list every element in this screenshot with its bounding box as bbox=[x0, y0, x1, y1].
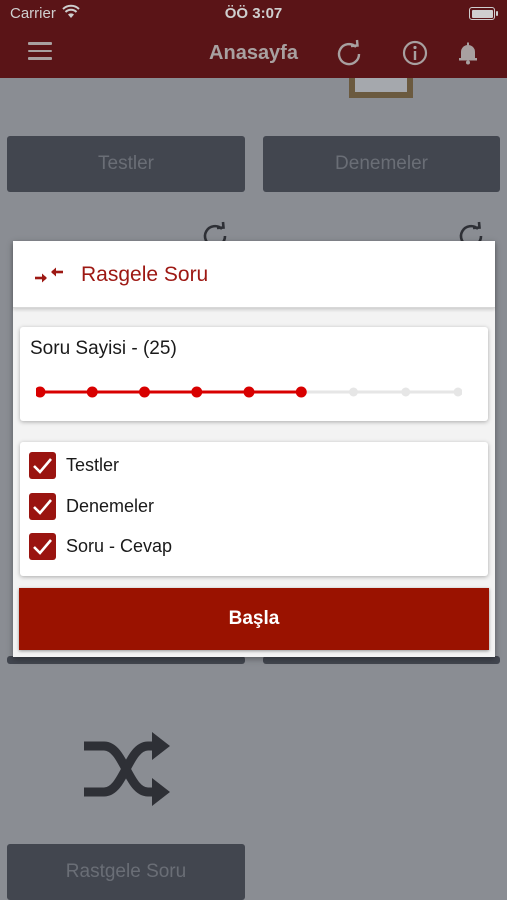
slider-step-active[interactable] bbox=[36, 386, 46, 398]
checkbox-label: Denemeler bbox=[66, 496, 155, 516]
question-count-slider[interactable] bbox=[36, 385, 462, 399]
start-button[interactable]: Başla bbox=[19, 588, 489, 650]
slider-step-active[interactable] bbox=[295, 386, 307, 398]
tile-rastgele-soru[interactable]: Rastgele Soru bbox=[7, 844, 245, 900]
picture-frame-icon bbox=[349, 78, 413, 98]
slider-step-active[interactable] bbox=[139, 386, 150, 398]
nav-bar: Anasayfa bbox=[0, 28, 507, 78]
slider-step-active[interactable] bbox=[86, 386, 98, 398]
checkbox-checked[interactable] bbox=[29, 452, 56, 479]
battery-icon bbox=[469, 7, 498, 20]
tile-strip bbox=[263, 656, 500, 664]
checkbox-label: Soru - Cevap bbox=[66, 536, 173, 556]
bell-icon[interactable] bbox=[453, 38, 483, 68]
question-count-label: Soru Sayisi - (25) bbox=[30, 338, 177, 359]
tile-testler[interactable]: Testler bbox=[7, 136, 245, 192]
checkbox-checked[interactable] bbox=[29, 493, 56, 520]
checkbox-checked[interactable] bbox=[29, 533, 56, 560]
dialog-title: Rasgele Soru bbox=[81, 263, 209, 286]
tile-strip bbox=[7, 656, 245, 664]
page-title: Anasayfa bbox=[209, 42, 298, 64]
question-count-card: Soru Sayisi - (25) bbox=[20, 327, 488, 421]
slider-step-active[interactable] bbox=[243, 386, 255, 398]
slider-step[interactable] bbox=[453, 387, 463, 397]
status-bar: Carrier ÖÖ 3:07 bbox=[0, 0, 507, 28]
checkbox-denemeler[interactable]: Denemeler bbox=[29, 493, 429, 521]
refresh-icon[interactable] bbox=[334, 38, 364, 68]
info-icon[interactable] bbox=[400, 38, 430, 68]
slider-step[interactable] bbox=[349, 387, 358, 397]
checkbox-soru-cevap[interactable]: Soru - Cevap bbox=[29, 533, 429, 561]
slider-step-active[interactable] bbox=[191, 386, 203, 398]
status-time: ÖÖ 3:07 bbox=[224, 5, 283, 22]
checkmark-icon bbox=[33, 539, 52, 555]
dialog-header: Rasgele Soru bbox=[13, 241, 495, 308]
tile-denemeler[interactable]: Denemeler bbox=[263, 136, 500, 192]
checkbox-label: Testler bbox=[66, 455, 120, 475]
category-checklist: Testler Denemeler Soru - Cevap bbox=[20, 442, 488, 576]
shuffle-icon bbox=[84, 732, 170, 806]
compress-arrows-icon bbox=[35, 267, 63, 283]
checkbox-testler[interactable]: Testler bbox=[29, 452, 429, 480]
slider-step[interactable] bbox=[401, 387, 411, 397]
checkmark-icon bbox=[33, 458, 52, 474]
checkmark-icon bbox=[33, 499, 52, 515]
random-question-dialog: Rasgele Soru Soru Sayisi - (25) Testler … bbox=[13, 241, 495, 657]
